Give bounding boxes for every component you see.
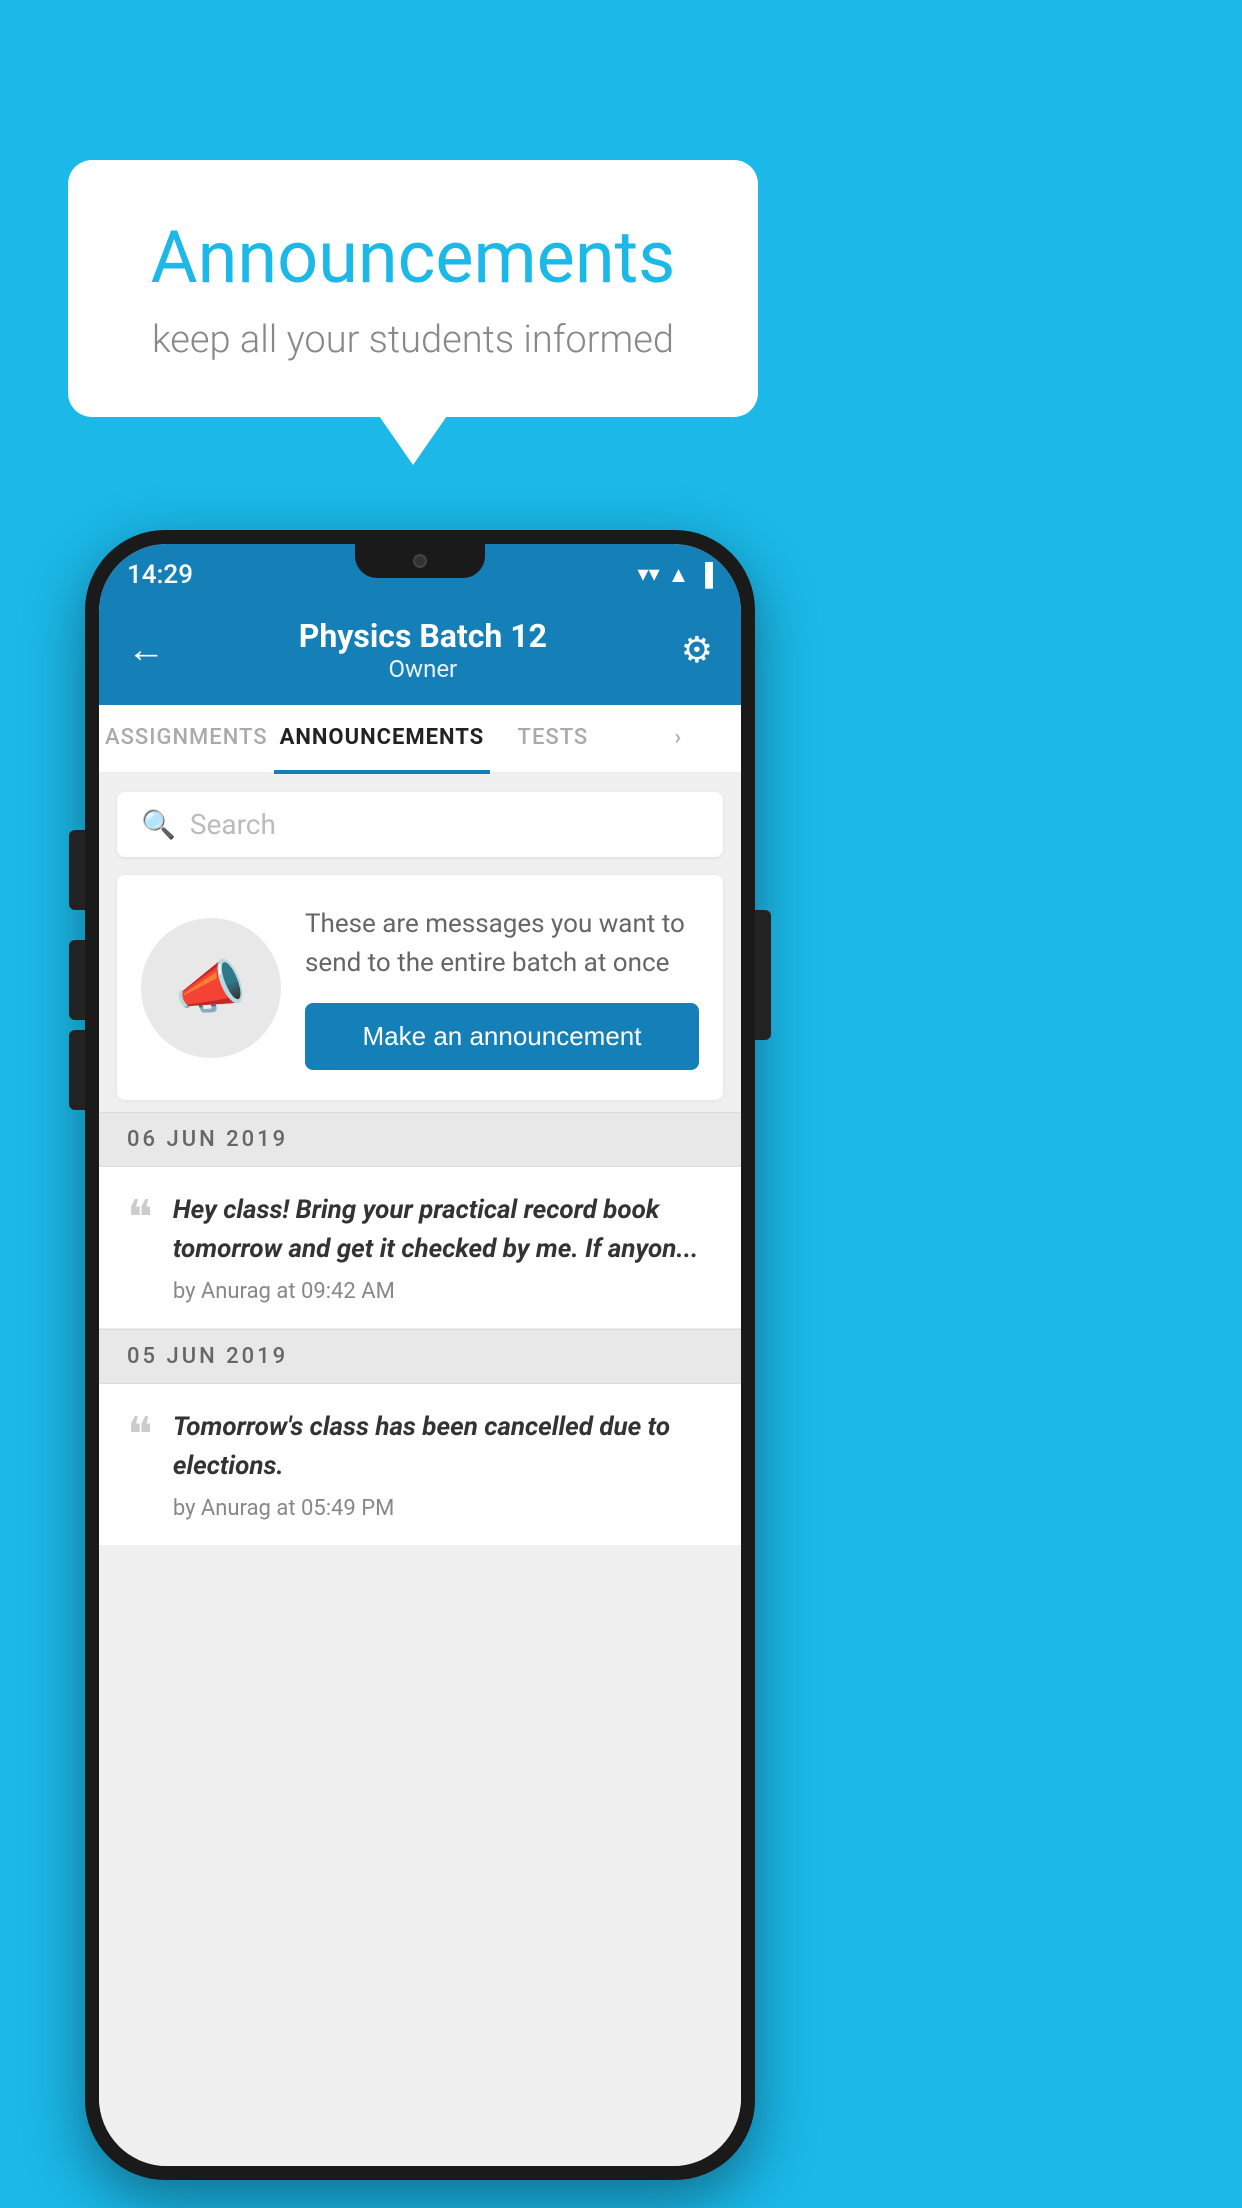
announcement-meta-1: by Anurag at 09:42 AM bbox=[173, 1279, 713, 1304]
search-bar[interactable]: 🔍 Search bbox=[117, 792, 723, 857]
battery-icon: ▐ bbox=[697, 562, 713, 588]
tab-assignments[interactable]: ASSIGNMENTS bbox=[99, 705, 274, 772]
promo-right: These are messages you want to send to t… bbox=[305, 905, 699, 1070]
speech-bubble-title: Announcements bbox=[108, 215, 718, 300]
megaphone-icon: 📣 bbox=[175, 954, 247, 1022]
header-title: Physics Batch 12 bbox=[299, 617, 547, 655]
tab-tests[interactable]: TESTS bbox=[490, 705, 615, 772]
header-subtitle: Owner bbox=[299, 655, 547, 683]
wifi-icon: ▾▾ bbox=[638, 562, 660, 587]
announcement-text-2: Tomorrow's class has been cancelled due … bbox=[173, 1408, 713, 1521]
announcement-item-2[interactable]: ❝ Tomorrow's class has been cancelled du… bbox=[99, 1384, 741, 1546]
promo-description: These are messages you want to send to t… bbox=[305, 905, 699, 983]
announcement-meta-2: by Anurag at 05:49 PM bbox=[173, 1496, 713, 1521]
signal-icon: ▲ bbox=[668, 562, 690, 588]
tab-more[interactable]: › bbox=[616, 705, 741, 772]
search-placeholder: Search bbox=[190, 808, 276, 841]
announcement-promo: 📣 These are messages you want to send to… bbox=[117, 875, 723, 1100]
camera-dot bbox=[413, 554, 427, 568]
announcement-text-1: Hey class! Bring your practical record b… bbox=[173, 1191, 713, 1304]
header-center: Physics Batch 12 Owner bbox=[299, 617, 547, 683]
phone-mockup: 14:29 ▾▾ ▲ ▐ ← Physics Batch 12 Owner ⚙ … bbox=[85, 530, 755, 2180]
announcement-message-1: Hey class! Bring your practical record b… bbox=[173, 1191, 713, 1269]
megaphone-circle: 📣 bbox=[141, 918, 281, 1058]
tabs-bar: ASSIGNMENTS ANNOUNCEMENTS TESTS › bbox=[99, 705, 741, 774]
announcement-item-1[interactable]: ❝ Hey class! Bring your practical record… bbox=[99, 1167, 741, 1329]
screen-content: 🔍 Search 📣 These are messages you want t… bbox=[99, 774, 741, 2166]
phone-inner: 14:29 ▾▾ ▲ ▐ ← Physics Batch 12 Owner ⚙ … bbox=[99, 544, 741, 2166]
tab-announcements[interactable]: ANNOUNCEMENTS bbox=[274, 705, 491, 774]
quote-icon-2: ❝ bbox=[127, 1412, 153, 1460]
quote-icon-1: ❝ bbox=[127, 1195, 153, 1243]
settings-button[interactable]: ⚙ bbox=[681, 629, 713, 671]
make-announcement-button[interactable]: Make an announcement bbox=[305, 1003, 699, 1070]
announcement-message-2: Tomorrow's class has been cancelled due … bbox=[173, 1408, 713, 1486]
status-time: 14:29 bbox=[127, 560, 193, 590]
date-separator-2: 05 JUN 2019 bbox=[99, 1329, 741, 1384]
status-icons: ▾▾ ▲ ▐ bbox=[638, 562, 713, 588]
search-icon: 🔍 bbox=[141, 808, 176, 841]
phone-outer: 14:29 ▾▾ ▲ ▐ ← Physics Batch 12 Owner ⚙ … bbox=[85, 530, 755, 2180]
back-button[interactable]: ← bbox=[127, 628, 165, 672]
speech-bubble: Announcements keep all your students inf… bbox=[68, 160, 758, 417]
speech-bubble-subtitle: keep all your students informed bbox=[108, 318, 718, 362]
date-separator-1: 06 JUN 2019 bbox=[99, 1112, 741, 1167]
app-header: ← Physics Batch 12 Owner ⚙ bbox=[99, 599, 741, 705]
phone-notch bbox=[355, 544, 485, 578]
